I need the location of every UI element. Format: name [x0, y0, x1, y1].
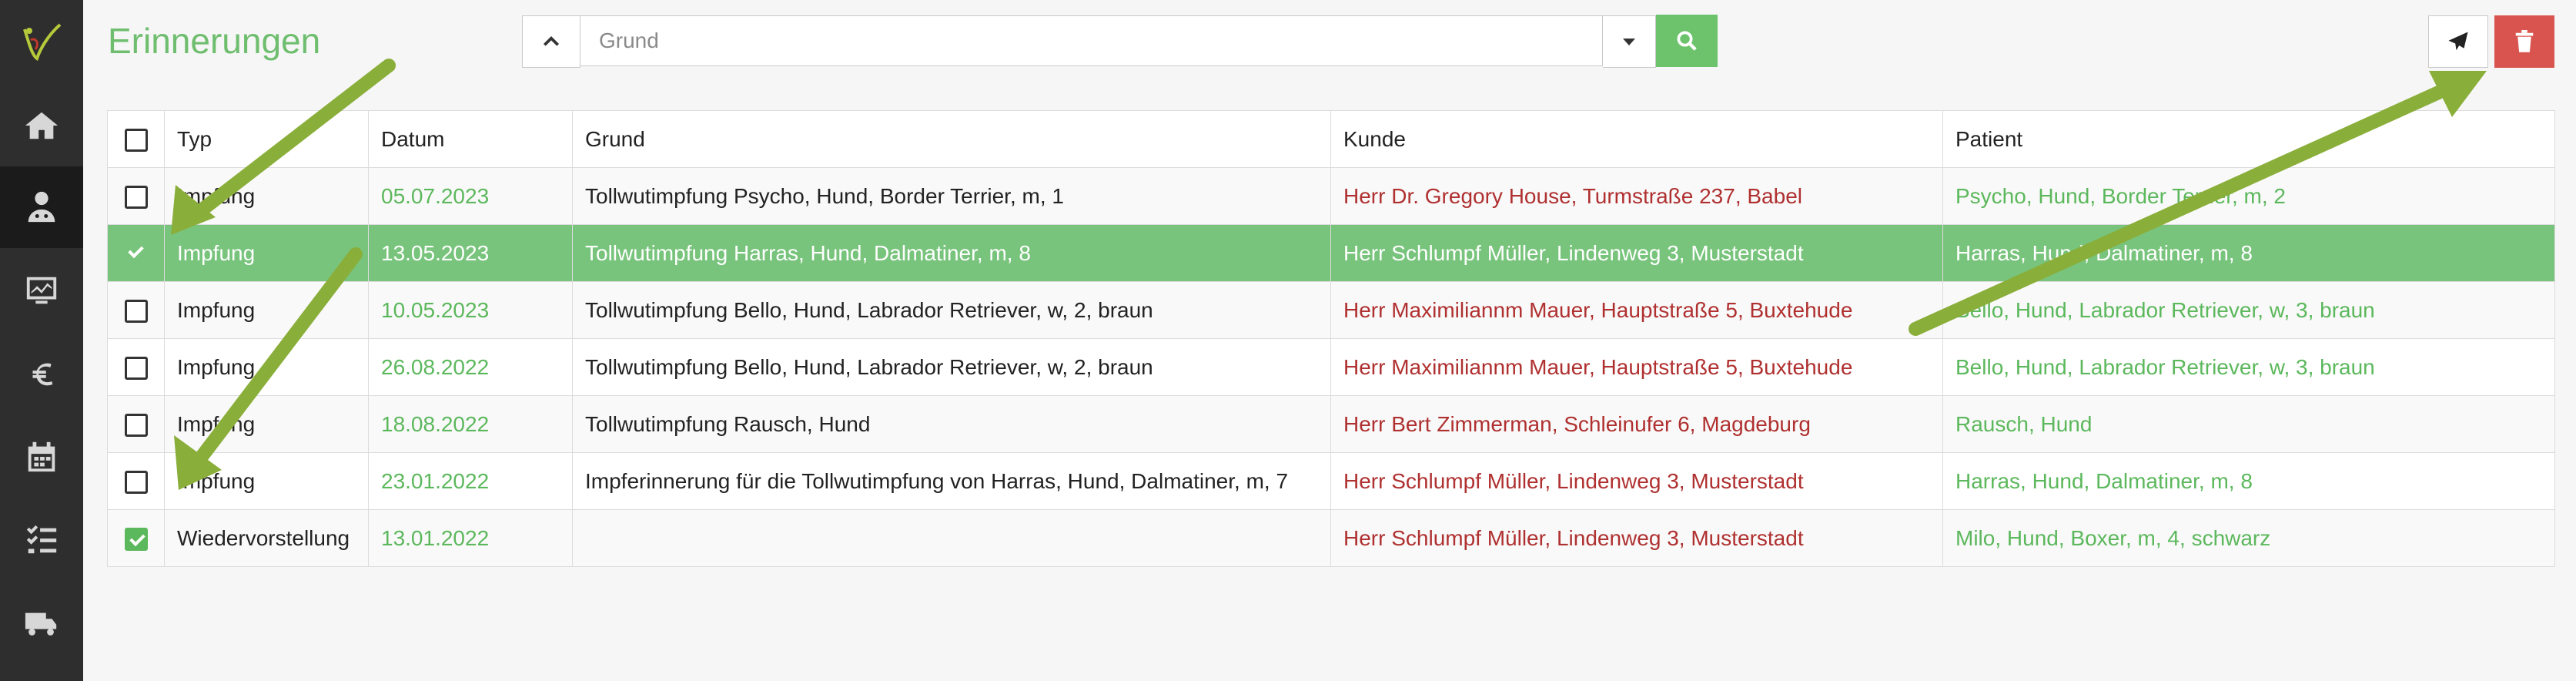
column-header-typ[interactable]: Typ [164, 110, 369, 168]
truck-icon [25, 612, 57, 636]
column-header-datum[interactable]: Datum [368, 110, 573, 168]
reminders-table: Typ Datum Grund Kunde Patient Impfung 05… [107, 110, 2555, 567]
cell-kunde[interactable]: Herr Bert Zimmerman, Schleinufer 6, Magd… [1330, 395, 1943, 453]
row-checkbox[interactable] [124, 413, 148, 437]
search-dropdown-button[interactable] [1603, 15, 1656, 68]
logo-icon[interactable] [0, 0, 83, 83]
cell-typ: Impfung [164, 224, 369, 282]
send-button[interactable] [2428, 15, 2488, 68]
cell-grund: Tollwutimpfung Harras, Hund, Dalmatiner,… [572, 224, 1331, 282]
sidebar [0, 0, 83, 681]
search-input[interactable] [580, 15, 1603, 66]
cell-grund: Tollwutimpfung Bello, Hund, Labrador Ret… [572, 338, 1331, 396]
cell-typ: Impfung [164, 338, 369, 396]
cell-grund: Impferinnerung für die Tollwutimpfung vo… [572, 452, 1331, 510]
table-row[interactable]: Impfung 10.05.2023 Tollwutimpfung Bello,… [107, 281, 2555, 339]
cell-typ: Impfung [164, 395, 369, 453]
row-checkbox[interactable] [124, 356, 148, 380]
doctor-icon [28, 191, 55, 223]
cell-patient[interactable]: Harras, Hund, Dalmatiner, m, 8 [1942, 224, 2555, 282]
table-row[interactable]: Impfung 05.07.2023 Tollwutimpfung Psycho… [107, 167, 2555, 225]
sidebar-item-monitor[interactable] [0, 250, 83, 331]
cell-grund: Tollwutimpfung Rausch, Hund [572, 395, 1331, 453]
chevron-up-icon [543, 35, 560, 46]
cell-patient[interactable]: Harras, Hund, Dalmatiner, m, 8 [1942, 452, 2555, 510]
cell-kunde[interactable]: Herr Schlumpf Müller, Lindenweg 3, Muste… [1330, 452, 1943, 510]
cell-datum: 05.07.2023 [368, 167, 573, 225]
trash-icon [2515, 30, 2534, 52]
cell-kunde[interactable]: Herr Maximiliannm Mauer, Hauptstraße 5, … [1330, 338, 1943, 396]
cell-datum: 23.01.2022 [368, 452, 573, 510]
cell-datum: 26.08.2022 [368, 338, 573, 396]
cell-grund: Tollwutimpfung Psycho, Hund, Border Terr… [572, 167, 1331, 225]
table-row[interactable]: Wiedervorstellung 13.01.2022 Herr Schlum… [107, 509, 2555, 567]
cell-typ: Wiedervorstellung [164, 509, 369, 567]
sidebar-item-tasks[interactable] [0, 499, 83, 581]
cell-patient[interactable]: Psycho, Hund, Border Terrier, m, 2 [1942, 167, 2555, 225]
row-checkbox[interactable] [124, 470, 148, 494]
sidebar-item-doctor[interactable] [0, 166, 83, 248]
sidebar-item-finance[interactable] [0, 333, 83, 414]
cell-typ: Impfung [164, 452, 369, 510]
cell-grund [572, 509, 1331, 567]
collapse-button[interactable] [522, 15, 580, 68]
select-all-checkbox[interactable] [124, 128, 148, 152]
column-header-kunde[interactable]: Kunde [1330, 110, 1943, 168]
search-icon [1677, 31, 1697, 51]
sidebar-item-home[interactable] [0, 85, 83, 166]
caret-down-icon [1623, 39, 1635, 45]
calendar-icon [28, 441, 55, 472]
cell-datum: 10.05.2023 [368, 281, 573, 339]
select-all-cell [107, 110, 165, 168]
cell-typ: Impfung [164, 281, 369, 339]
column-header-grund[interactable]: Grund [572, 110, 1331, 168]
table-row[interactable]: Impfung 13.05.2023 Tollwutimpfung Harras… [107, 224, 2555, 282]
cell-patient[interactable]: Milo, Hund, Boxer, m, 4, schwarz [1942, 509, 2555, 567]
checklist-icon [26, 525, 57, 554]
cell-kunde[interactable]: Herr Schlumpf Müller, Lindenweg 3, Muste… [1330, 509, 1943, 567]
sidebar-item-calendar[interactable] [0, 416, 83, 498]
row-checkbox[interactable] [124, 527, 148, 551]
monitor-chart-icon [26, 277, 57, 304]
table-row[interactable]: Impfung 26.08.2022 Tollwutimpfung Bello,… [107, 338, 2555, 396]
row-checkbox[interactable] [125, 243, 148, 266]
column-header-patient[interactable]: Patient [1942, 110, 2555, 168]
cell-datum: 13.05.2023 [368, 224, 573, 282]
sidebar-item-delivery[interactable] [0, 582, 83, 664]
cell-kunde[interactable]: Herr Dr. Gregory House, Turmstraße 237, … [1330, 167, 1943, 225]
cell-patient[interactable]: Bello, Hund, Labrador Retriever, w, 3, b… [1942, 338, 2555, 396]
table-row[interactable]: Impfung 18.08.2022 Tollwutimpfung Rausch… [107, 395, 2555, 453]
cell-kunde[interactable]: Herr Schlumpf Müller, Lindenweg 3, Muste… [1330, 224, 1943, 282]
delete-button[interactable] [2494, 15, 2554, 68]
cell-kunde[interactable]: Herr Maximiliannm Mauer, Hauptstraße 5, … [1330, 281, 1943, 339]
table-header-row: Typ Datum Grund Kunde Patient [107, 110, 2555, 168]
cell-grund: Tollwutimpfung Bello, Hund, Labrador Ret… [572, 281, 1331, 339]
row-checkbox[interactable] [124, 299, 148, 323]
cell-datum: 18.08.2022 [368, 395, 573, 453]
paper-plane-icon [2448, 32, 2468, 51]
home-icon [25, 112, 59, 139]
search-button[interactable] [1656, 15, 1718, 67]
cell-typ: Impfung [164, 167, 369, 225]
page-title: Erinnerungen [108, 21, 321, 61]
cell-datum: 13.01.2022 [368, 509, 573, 567]
cell-patient[interactable]: Rausch, Hund [1942, 395, 2555, 453]
cell-patient[interactable]: Bello, Hund, Labrador Retriever, w, 3, b… [1942, 281, 2555, 339]
euro-icon [32, 363, 53, 386]
table-row[interactable]: Impfung 23.01.2022 Impferinnerung für di… [107, 452, 2555, 510]
row-checkbox[interactable] [124, 185, 148, 209]
search-bar [522, 15, 1718, 68]
